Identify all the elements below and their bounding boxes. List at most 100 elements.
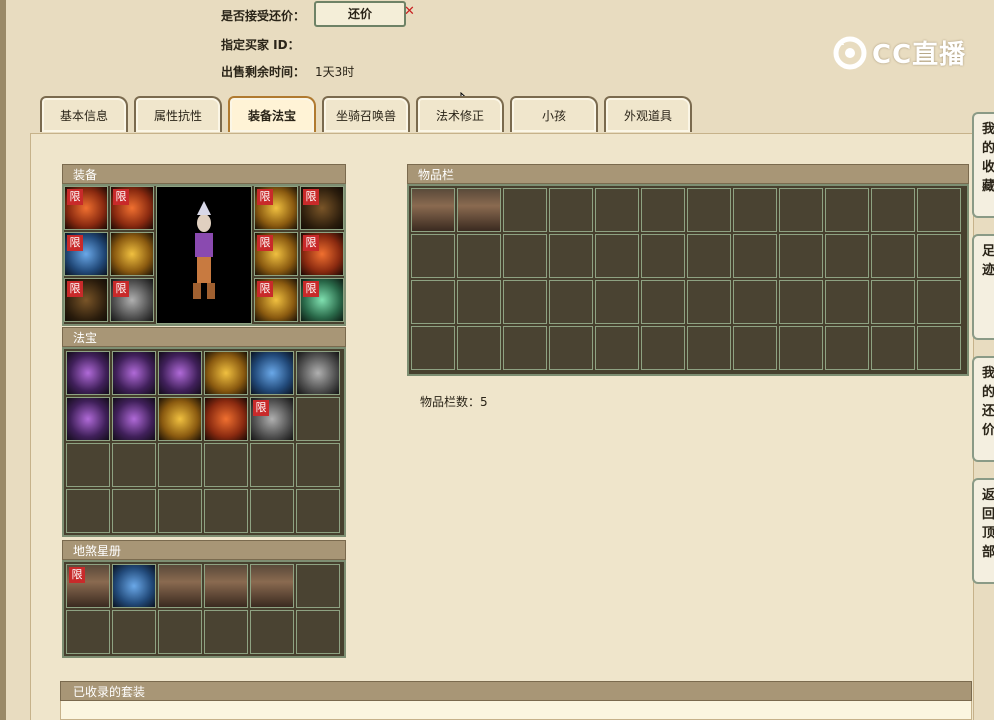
treasure-slot[interactable]: [296, 489, 340, 533]
inventory-slot[interactable]: [641, 326, 685, 370]
inventory-slot[interactable]: [687, 188, 731, 232]
equipment-slot[interactable]: 限: [300, 186, 344, 230]
equipment-slot[interactable]: 限: [64, 278, 108, 322]
inventory-slot[interactable]: [641, 280, 685, 324]
inventory-slot[interactable]: [871, 188, 915, 232]
equipment-slot[interactable]: 限: [300, 278, 344, 322]
tab-mounts-pets[interactable]: 坐骑召唤兽: [322, 96, 410, 132]
inventory-slot[interactable]: [825, 280, 869, 324]
treasure-slot[interactable]: [112, 489, 156, 533]
treasure-slot[interactable]: [158, 443, 202, 487]
treasure-slot[interactable]: [66, 443, 110, 487]
inventory-slot[interactable]: [549, 280, 593, 324]
back-to-top-button[interactable]: 返回顶部: [972, 478, 994, 584]
inventory-slot[interactable]: [687, 326, 731, 370]
treasure-slot[interactable]: [112, 443, 156, 487]
inventory-slot[interactable]: [687, 234, 731, 278]
equipment-slot[interactable]: 限: [64, 232, 108, 276]
inventory-slot[interactable]: [687, 280, 731, 324]
inventory-slot[interactable]: [733, 326, 777, 370]
my-counter-offers-button[interactable]: 我的还价: [972, 356, 994, 462]
equipment-slot[interactable]: 限: [254, 278, 298, 322]
inventory-slot[interactable]: [825, 234, 869, 278]
inventory-slot[interactable]: [733, 188, 777, 232]
treasure-slot[interactable]: [112, 397, 156, 441]
inventory-slot[interactable]: [595, 234, 639, 278]
inventory-slot[interactable]: [457, 326, 501, 370]
inventory-slot[interactable]: [457, 188, 501, 232]
treasure-slot[interactable]: [204, 489, 248, 533]
inventory-slot[interactable]: [871, 280, 915, 324]
inventory-slot[interactable]: [917, 326, 961, 370]
inventory-slot[interactable]: [411, 188, 455, 232]
treasure-slot[interactable]: [250, 489, 294, 533]
treasure-slot[interactable]: [296, 351, 340, 395]
inventory-slot[interactable]: [549, 234, 593, 278]
treasure-slot[interactable]: [204, 351, 248, 395]
equipment-slot[interactable]: 限: [254, 232, 298, 276]
inventory-slot[interactable]: [549, 188, 593, 232]
star-card-slot[interactable]: [296, 564, 340, 608]
equipment-slot[interactable]: 限: [110, 186, 154, 230]
inventory-slot[interactable]: [779, 326, 823, 370]
inventory-slot[interactable]: [641, 188, 685, 232]
inventory-slot[interactable]: [457, 234, 501, 278]
tab-spell-correction[interactable]: 法术修正: [416, 96, 504, 132]
inventory-slot[interactable]: [871, 234, 915, 278]
tab-appearance-items[interactable]: 外观道具: [604, 96, 692, 132]
inventory-slot[interactable]: [503, 188, 547, 232]
footprint-button[interactable]: 足迹: [972, 234, 994, 340]
inventory-slot[interactable]: [595, 188, 639, 232]
treasure-slot[interactable]: [158, 397, 202, 441]
treasure-slot[interactable]: [296, 397, 340, 441]
inventory-slot[interactable]: [733, 234, 777, 278]
inventory-slot[interactable]: [411, 326, 455, 370]
equipment-slot[interactable]: [110, 232, 154, 276]
close-icon[interactable]: ✕: [404, 4, 415, 19]
inventory-slot[interactable]: [825, 326, 869, 370]
star-card-slot[interactable]: [296, 610, 340, 654]
tab-children[interactable]: 小孩: [510, 96, 598, 132]
star-card-slot[interactable]: [204, 564, 248, 608]
my-favorites-button[interactable]: 我的收藏: [972, 112, 994, 218]
tab-equipment-treasure[interactable]: 装备法宝: [228, 96, 316, 132]
treasure-slot[interactable]: [204, 397, 248, 441]
treasure-slot[interactable]: [66, 397, 110, 441]
inventory-slot[interactable]: [917, 188, 961, 232]
inventory-slot[interactable]: [779, 188, 823, 232]
star-card-slot[interactable]: [112, 610, 156, 654]
treasure-slot[interactable]: [158, 351, 202, 395]
counter-offer-button[interactable]: 还价: [314, 1, 406, 27]
inventory-slot[interactable]: [503, 280, 547, 324]
treasure-slot[interactable]: [66, 489, 110, 533]
inventory-slot[interactable]: [917, 280, 961, 324]
treasure-slot[interactable]: [112, 351, 156, 395]
treasure-slot[interactable]: [296, 443, 340, 487]
tab-basic-info[interactable]: 基本信息: [40, 96, 128, 132]
star-card-slot[interactable]: [158, 610, 202, 654]
star-card-slot[interactable]: [112, 564, 156, 608]
inventory-slot[interactable]: [871, 326, 915, 370]
equipment-slot[interactable]: 限: [300, 232, 344, 276]
treasure-slot[interactable]: [250, 351, 294, 395]
star-card-slot[interactable]: [66, 610, 110, 654]
inventory-slot[interactable]: [411, 280, 455, 324]
star-card-slot[interactable]: [158, 564, 202, 608]
treasure-slot[interactable]: 限: [250, 397, 294, 441]
star-card-slot[interactable]: [204, 610, 248, 654]
equipment-slot[interactable]: 限: [64, 186, 108, 230]
inventory-slot[interactable]: [503, 234, 547, 278]
inventory-slot[interactable]: [411, 234, 455, 278]
tab-attributes[interactable]: 属性抗性: [134, 96, 222, 132]
inventory-slot[interactable]: [503, 326, 547, 370]
inventory-slot[interactable]: [825, 188, 869, 232]
inventory-slot[interactable]: [917, 234, 961, 278]
equipment-slot[interactable]: 限: [110, 278, 154, 322]
inventory-slot[interactable]: [779, 280, 823, 324]
equipment-slot[interactable]: 限: [254, 186, 298, 230]
star-card-slot[interactable]: [250, 564, 294, 608]
inventory-slot[interactable]: [457, 280, 501, 324]
star-card-slot[interactable]: [250, 610, 294, 654]
inventory-slot[interactable]: [733, 280, 777, 324]
treasure-slot[interactable]: [250, 443, 294, 487]
